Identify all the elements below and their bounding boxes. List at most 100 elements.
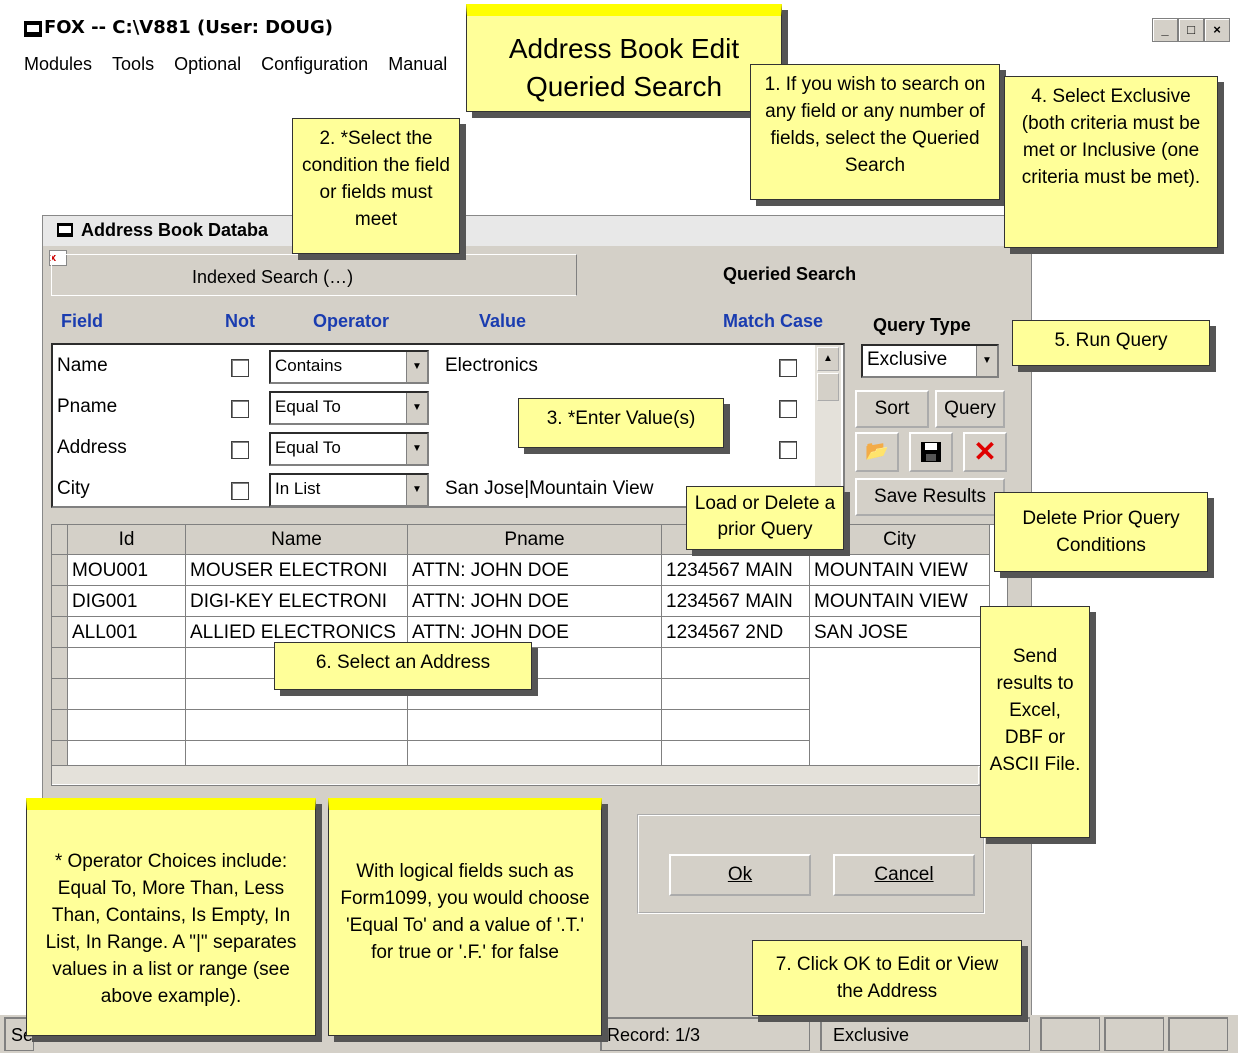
chevron-down-icon[interactable]: ▼ xyxy=(976,346,997,376)
tab-indexed-search[interactable]: Indexed Search (…) xyxy=(51,254,577,296)
cell-id[interactable]: MOU001 xyxy=(68,555,186,586)
menu-tools[interactable]: Tools xyxy=(102,50,164,78)
callout-step-4: 4. Select Exclusive (both criteria must … xyxy=(1004,76,1218,248)
row-field-name: Name xyxy=(57,355,108,376)
cell-address[interactable]: 1234567 2ND xyxy=(662,617,810,648)
delete-x-icon[interactable]: ✕ xyxy=(963,432,1007,472)
operator-select[interactable]: In List ▼ xyxy=(269,473,429,507)
value-field[interactable]: Electronics xyxy=(445,355,538,377)
dialog-icon xyxy=(57,223,73,237)
dialog-titlebar: Address Book Databa xyxy=(43,216,1031,246)
chevron-down-icon[interactable]: ▼ xyxy=(406,475,427,505)
callout-step-6: 6. Select an Address xyxy=(274,642,532,690)
callout-operator-choices: * Operator Choices include: Equal To, Mo… xyxy=(26,798,316,1036)
criteria-row: Address Equal To ▼ xyxy=(53,429,843,469)
criteria-row: Pname Equal To ▼ xyxy=(53,388,843,428)
cell-city[interactable]: MOUNTAIN VIEW xyxy=(810,555,990,586)
empty-cell xyxy=(408,710,662,741)
callout-step-1: 1. If you wish to search on any field or… xyxy=(750,64,1000,200)
row-selector[interactable] xyxy=(52,617,68,648)
cell-address[interactable]: 1234567 MAIN xyxy=(662,555,810,586)
scroll-thumb[interactable] xyxy=(817,373,839,401)
query-button[interactable]: Query xyxy=(935,390,1005,428)
header-match-case: Match Case xyxy=(723,311,824,331)
status-cell xyxy=(1040,1017,1100,1051)
row-field-address: Address xyxy=(57,437,127,458)
col-header-name[interactable]: Name xyxy=(186,525,408,555)
menu-bar: Modules Tools Optional Configuration Manual xyxy=(14,50,457,78)
window-title: FOX -- C:\V881 (User: DOUG) xyxy=(44,17,334,38)
row-selector[interactable] xyxy=(52,586,68,617)
status-cell xyxy=(1168,1017,1228,1051)
cell-city[interactable]: SAN JOSE xyxy=(810,617,990,648)
empty-cell xyxy=(662,710,810,741)
header-not: Not xyxy=(225,311,255,331)
cancel-button[interactable]: Cancel xyxy=(833,854,975,896)
query-type-select[interactable]: Exclusive ▼ xyxy=(861,344,999,378)
status-mode: Exclusive xyxy=(820,1017,1030,1051)
match-case-checkbox[interactable] xyxy=(779,441,797,459)
criteria-grid: Name Contains ▼ Electronics Pname Equal T… xyxy=(51,343,845,508)
col-header-id[interactable]: Id xyxy=(68,525,186,555)
header-field: Field xyxy=(61,311,104,331)
row-selector xyxy=(52,648,68,679)
cell-id[interactable]: ALL001 xyxy=(68,617,186,648)
dialog-title: Address Book Databa xyxy=(81,220,269,240)
chevron-down-icon[interactable]: ▼ xyxy=(406,434,427,464)
chevron-down-icon[interactable]: ▼ xyxy=(406,352,427,382)
header-operator: Operator xyxy=(313,311,390,331)
row-selector-header xyxy=(52,525,68,555)
not-checkbox[interactable] xyxy=(231,441,249,459)
cell-pname[interactable]: ATTN: JOHN DOE xyxy=(408,586,662,617)
empty-cell xyxy=(68,648,186,679)
cell-name[interactable]: DIGI-KEY ELECTRONI xyxy=(186,586,408,617)
cell-id[interactable]: DIG001 xyxy=(68,586,186,617)
ok-button[interactable]: Ok xyxy=(669,854,811,896)
save-results-button[interactable]: Save Results xyxy=(855,478,1005,516)
header-value: Value xyxy=(479,311,527,331)
row-selector xyxy=(52,710,68,741)
tab-queried-search[interactable]: Queried Search xyxy=(583,254,983,294)
minimize-button[interactable]: _ xyxy=(1152,18,1178,42)
status-record: Record: 1/3 xyxy=(600,1017,810,1051)
menu-modules[interactable]: Modules xyxy=(14,50,102,78)
not-checkbox[interactable] xyxy=(231,482,249,500)
operator-select[interactable]: Equal To ▼ xyxy=(269,391,429,425)
menu-manual[interactable]: Manual xyxy=(378,50,457,78)
close-button[interactable]: × xyxy=(1204,18,1230,42)
row-selector[interactable] xyxy=(52,555,68,586)
horizontal-scrollbar[interactable]: ▶ xyxy=(52,765,1005,785)
cell-pname[interactable]: ATTN: JOHN DOE xyxy=(408,555,662,586)
callout-step-5: 5. Run Query xyxy=(1012,320,1210,366)
empty-cell xyxy=(662,679,810,710)
scroll-up-icon[interactable]: ▲ xyxy=(817,347,839,371)
cell-city[interactable]: MOUNTAIN VIEW xyxy=(810,586,990,617)
callout-load-delete: Load or Delete a prior Query xyxy=(686,486,844,550)
cell-name[interactable]: MOUSER ELECTRONI xyxy=(186,555,408,586)
operator-select[interactable]: Equal To ▼ xyxy=(269,432,429,466)
callout-step-7: 7. Click OK to Edit or View the Address xyxy=(752,940,1022,1016)
value-field[interactable]: San Jose|Mountain View xyxy=(445,478,653,500)
save-disk-icon[interactable] xyxy=(909,432,953,472)
cell-address[interactable]: 1234567 MAIN xyxy=(662,586,810,617)
maximize-button[interactable]: □ xyxy=(1178,18,1204,42)
not-checkbox[interactable] xyxy=(231,359,249,377)
empty-cell xyxy=(68,679,186,710)
sort-button[interactable]: Sort xyxy=(855,390,929,428)
match-case-checkbox[interactable] xyxy=(779,359,797,377)
callout-step-2: 2. *Select the condition the field or fi… xyxy=(292,118,460,254)
operator-select[interactable]: Contains ▼ xyxy=(269,350,429,384)
chevron-down-icon[interactable]: ▼ xyxy=(406,393,427,423)
menu-configuration[interactable]: Configuration xyxy=(251,50,378,78)
status-cell xyxy=(1104,1017,1164,1051)
criteria-scrollbar[interactable]: ▲ xyxy=(815,345,841,506)
match-case-checkbox[interactable] xyxy=(779,400,797,418)
open-folder-icon[interactable]: 📂 xyxy=(855,432,899,472)
menu-optional[interactable]: Optional xyxy=(164,50,251,78)
empty-cell xyxy=(662,648,810,679)
not-checkbox[interactable] xyxy=(231,400,249,418)
row-field-city: City xyxy=(57,478,90,499)
empty-cell xyxy=(186,710,408,741)
callout-logical-fields: With logical fields such as Form1099, yo… xyxy=(328,798,602,1036)
col-header-pname[interactable]: Pname xyxy=(408,525,662,555)
